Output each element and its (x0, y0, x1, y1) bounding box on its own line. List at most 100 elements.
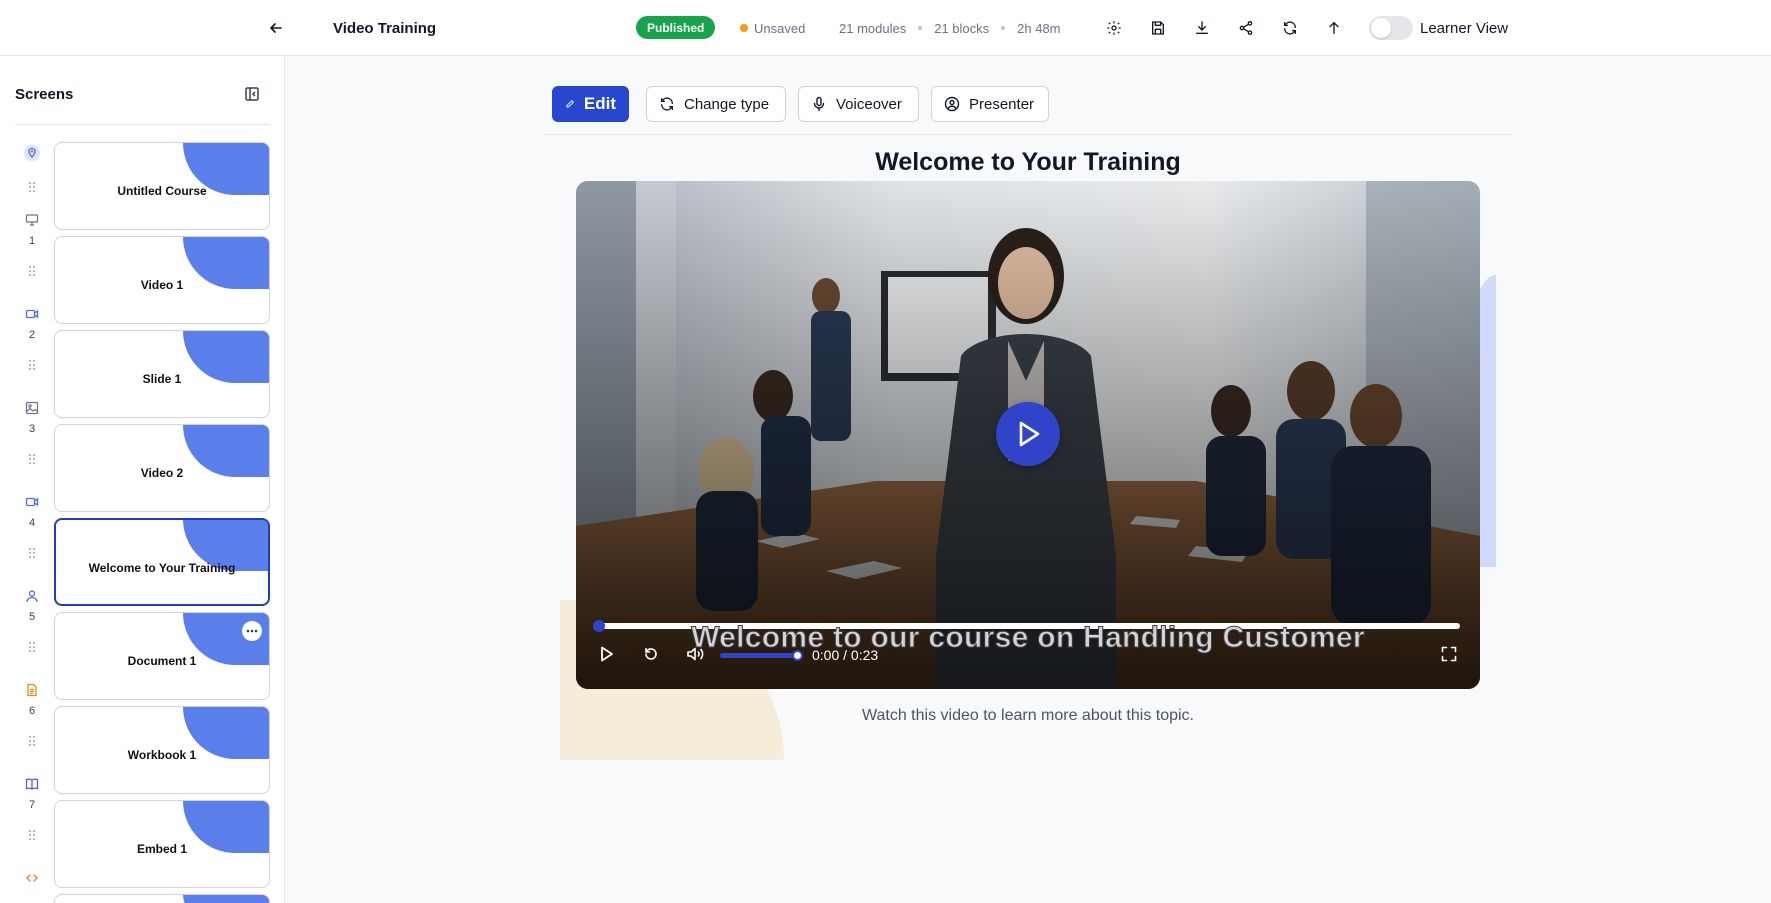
stat-separator (1001, 26, 1006, 30)
screen-card-label: Document 1 (127, 654, 197, 668)
drag-handle[interactable] (22, 264, 42, 278)
volume-handle[interactable] (792, 650, 803, 661)
screen-card[interactable]: Untitled Course (54, 142, 270, 230)
save-icon (1152, 21, 1164, 35)
screen-number: 7 (28, 799, 36, 811)
screen-card-label: Workbook 1 (127, 748, 197, 762)
save-status: Unsaved (740, 0, 805, 56)
screen-card[interactable]: Video 2 (54, 424, 270, 512)
grip-icon (29, 360, 35, 370)
video-time: 0:00 / 0:23 (812, 647, 879, 663)
book-icon (25, 778, 39, 790)
rail-type-icon (22, 776, 42, 792)
edit-button[interactable]: Edit (552, 86, 629, 122)
refresh-icon (1284, 21, 1296, 35)
arrow-left-icon (270, 23, 282, 33)
change-type-label: Change type (684, 95, 770, 113)
screen-card-partial[interactable] (54, 894, 270, 903)
published-badge: Published (636, 16, 716, 39)
collapse-sidebar-button[interactable] (242, 84, 262, 104)
fullscreen-icon (1441, 646, 1457, 662)
download-button[interactable] (1188, 0, 1216, 56)
download-icon (1196, 21, 1208, 34)
gear-icon (1107, 21, 1121, 35)
change-type-button[interactable]: Change type (646, 86, 786, 122)
fullscreen-button[interactable] (1436, 640, 1462, 668)
progress-handle[interactable] (593, 620, 605, 632)
video-player[interactable]: Welcome to our course on Handling Custom… (576, 181, 1480, 689)
screen-card-label: Embed 1 (136, 842, 187, 856)
sync-button[interactable] (1276, 0, 1304, 56)
pencil-icon (566, 100, 574, 108)
share-button[interactable] (1232, 0, 1260, 56)
voiceover-label: Voiceover (836, 95, 902, 113)
screen-card[interactable]: Embed 1 (54, 800, 270, 888)
code-icon (26, 874, 38, 882)
grip-icon (29, 830, 35, 840)
location-pin-icon (24, 145, 40, 161)
play-icon (1019, 421, 1040, 447)
play-button[interactable] (594, 640, 620, 668)
volume-slider[interactable] (720, 650, 803, 661)
screen-number: 5 (28, 611, 36, 623)
refresh-icon (661, 97, 673, 111)
settings-button[interactable] (1100, 0, 1128, 56)
save-button[interactable] (1144, 0, 1172, 56)
screen-number: 4 (28, 517, 36, 529)
duration: 2h 48m (1017, 20, 1061, 36)
arrow-up-icon (1329, 21, 1339, 34)
document-icon (27, 683, 37, 697)
rail-type-icon (22, 306, 42, 322)
drag-handle[interactable] (22, 828, 42, 842)
back-button[interactable] (262, 0, 290, 56)
drag-handle[interactable] (22, 180, 42, 194)
top-bar: Video Training Published Unsaved 21 modu… (0, 0, 1771, 56)
stat-separator (918, 26, 923, 30)
screen-number: 6 (28, 705, 36, 717)
share-icon (1239, 21, 1253, 35)
drag-handle[interactable] (22, 546, 42, 560)
course-title: Video Training (333, 19, 437, 37)
drag-handle[interactable] (22, 734, 42, 748)
screen-card[interactable]: Document 1 (54, 612, 270, 700)
presentation-icon (25, 214, 39, 226)
screen-card[interactable]: Workbook 1 (54, 706, 270, 794)
drag-handle[interactable] (22, 452, 42, 466)
grip-icon (29, 736, 35, 746)
more-horizontal-icon (246, 629, 258, 633)
presenter-button[interactable]: Presenter (931, 86, 1049, 122)
publish-button[interactable] (1320, 0, 1348, 56)
rotate-ccw-icon (645, 647, 657, 660)
rail-type-icon (22, 682, 42, 698)
play-overlay-button[interactable] (996, 402, 1060, 466)
edit-button-label: Edit (583, 94, 616, 113)
rail-type-icon (22, 212, 42, 228)
screen-number: 2 (28, 329, 36, 341)
rail-type-icon (22, 400, 42, 416)
replay-button[interactable] (638, 640, 664, 668)
grip-icon (29, 182, 35, 192)
voiceover-button[interactable]: Voiceover (798, 86, 919, 122)
image-icon (25, 401, 39, 415)
screen-card[interactable]: Video 1 (54, 236, 270, 324)
rail-type-icon (22, 588, 42, 604)
save-status-label: Unsaved (754, 20, 806, 36)
grip-icon (29, 642, 35, 652)
screen-card-label: Untitled Course (117, 184, 207, 198)
mute-button[interactable] (682, 640, 708, 668)
person-icon (26, 590, 38, 603)
card-more-button[interactable] (242, 621, 262, 641)
drag-handle[interactable] (22, 640, 42, 654)
drag-handle[interactable] (22, 358, 42, 372)
grip-icon (29, 454, 35, 464)
sidebar-divider (15, 124, 270, 125)
video-progress-bar[interactable] (593, 620, 1460, 632)
user-circle-icon (944, 96, 960, 112)
panel-collapse-icon (245, 87, 259, 101)
screen-card-selected[interactable]: Welcome to Your Training (54, 518, 270, 606)
learner-view-toggle[interactable] (1369, 16, 1413, 40)
video-camera-icon (25, 497, 39, 507)
video-description: Watch this video to learn more about thi… (861, 707, 1194, 724)
screen-number: 3 (28, 423, 36, 435)
screen-card[interactable]: Slide 1 (54, 330, 270, 418)
